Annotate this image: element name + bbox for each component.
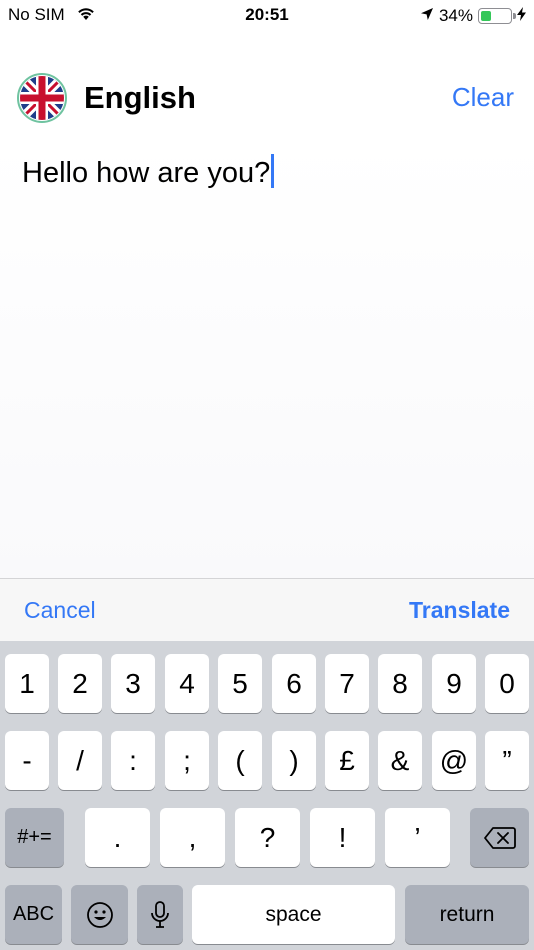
key-quote[interactable]: ” [485,731,529,790]
emoji-key[interactable] [71,885,128,944]
key-9[interactable]: 9 [432,654,476,713]
status-bar: No SIM 20:51 34% [0,0,534,32]
key-pound[interactable]: £ [325,731,369,790]
key-exclamation[interactable]: ! [310,808,375,867]
key-slash[interactable]: / [58,731,102,790]
key-open-paren[interactable]: ( [218,731,262,790]
battery-percent: 34% [438,6,473,25]
symbols-shift-key[interactable]: #+= [5,808,64,867]
uk-flag-icon[interactable] [17,73,67,123]
input-text: Hello how are you? [22,157,271,189]
backspace-icon [483,826,516,849]
input-text-line[interactable]: Hello how are you? [22,154,275,190]
abc-key[interactable]: ABC [5,885,62,944]
emoji-icon [86,901,114,929]
battery-cap [513,13,516,19]
language-label[interactable]: English [84,80,196,116]
key-3[interactable]: 3 [111,654,155,713]
key-colon[interactable]: : [111,731,155,790]
key-hyphen[interactable]: - [5,731,49,790]
key-question[interactable]: ? [235,808,300,867]
key-6[interactable]: 6 [272,654,316,713]
key-close-paren[interactable]: ) [272,731,316,790]
key-7[interactable]: 7 [325,654,369,713]
location-arrow-icon [420,6,434,26]
key-1[interactable]: 1 [5,654,49,713]
key-period[interactable]: . [85,808,150,867]
space-key[interactable]: space [192,885,395,944]
battery-icon [478,8,516,24]
keyboard-accessory-bar: Cancel Translate [0,578,534,641]
keyboard: 1 2 3 4 5 6 7 8 9 0 - / : ; ( ) £ & @ ” … [0,641,534,950]
key-comma[interactable]: , [160,808,225,867]
key-8[interactable]: 8 [378,654,422,713]
charging-bolt-icon [517,6,526,26]
text-input-area[interactable]: Hello how are you? [0,140,534,578]
microphone-icon [150,900,170,930]
key-apostrophe[interactable]: ’ [385,808,450,867]
key-4[interactable]: 4 [165,654,209,713]
return-key[interactable]: return [405,885,529,944]
translate-button[interactable]: Translate [409,597,510,624]
key-ampersand[interactable]: & [378,731,422,790]
key-5[interactable]: 5 [218,654,262,713]
text-caret [271,154,275,188]
dictation-key[interactable] [137,885,183,944]
delete-key[interactable] [470,808,529,867]
cancel-button[interactable]: Cancel [24,597,96,624]
status-right-group: 34% [420,5,526,27]
key-2[interactable]: 2 [58,654,102,713]
battery-fill [481,11,491,21]
language-header: English Clear [0,70,534,126]
clear-button[interactable]: Clear [452,82,514,113]
key-0[interactable]: 0 [485,654,529,713]
key-at[interactable]: @ [432,731,476,790]
key-semicolon[interactable]: ; [165,731,209,790]
